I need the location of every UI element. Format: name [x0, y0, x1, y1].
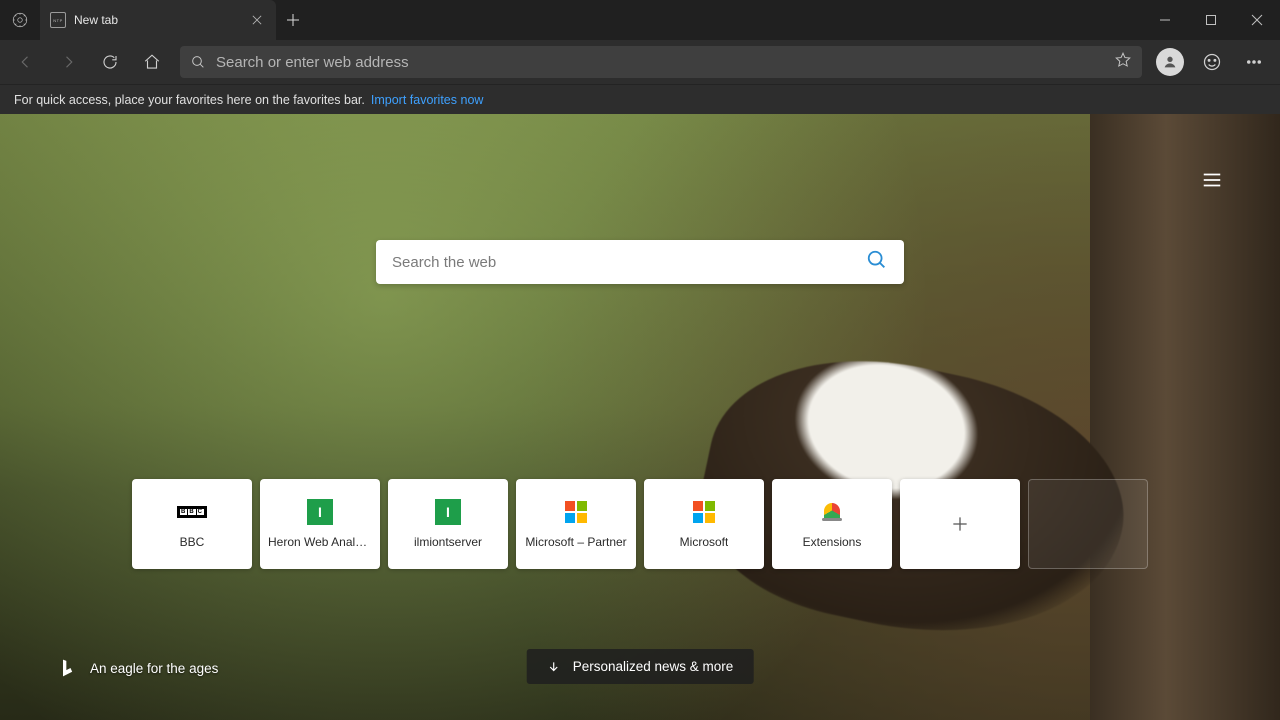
- forward-button[interactable]: [48, 42, 88, 82]
- tab-favicon: NTP: [50, 12, 66, 28]
- import-favorites-link[interactable]: Import favorites now: [371, 93, 484, 107]
- add-quick-link-button[interactable]: [900, 479, 1020, 569]
- plus-icon: [950, 514, 970, 534]
- arrow-down-icon: [547, 660, 561, 674]
- personalized-news-button[interactable]: Personalized news & more: [527, 649, 754, 684]
- bbc-icon: BBC: [179, 499, 205, 525]
- tab-actions-button[interactable]: [0, 0, 40, 40]
- feedback-button[interactable]: [1192, 42, 1232, 82]
- quick-link-tile[interactable]: BBC BBC: [132, 479, 252, 569]
- window-maximize-button[interactable]: [1188, 0, 1234, 40]
- web-search-box[interactable]: [376, 240, 904, 284]
- titlebar: NTP New tab: [0, 0, 1280, 40]
- tab-close-button[interactable]: [248, 11, 266, 29]
- site-icon: I: [435, 499, 461, 525]
- quick-link-tile[interactable]: Microsoft – Partner: [516, 479, 636, 569]
- back-button[interactable]: [6, 42, 46, 82]
- quick-link-tile[interactable]: I ilmiontserver: [388, 479, 508, 569]
- window-minimize-button[interactable]: [1142, 0, 1188, 40]
- favorite-star-button[interactable]: [1114, 51, 1132, 74]
- settings-menu-button[interactable]: [1234, 42, 1274, 82]
- caption-text: An eagle for the ages: [90, 661, 218, 676]
- toolbar: [0, 40, 1280, 84]
- quick-link-placeholder: [1028, 479, 1148, 569]
- tile-label: Microsoft – Partner: [525, 535, 626, 549]
- background-image: [0, 114, 1280, 720]
- tile-label: Microsoft: [680, 535, 729, 549]
- microsoft-icon: [691, 499, 717, 525]
- person-icon: [1162, 54, 1178, 70]
- favorites-bar: For quick access, place your favorites h…: [0, 84, 1280, 114]
- web-search-input[interactable]: [392, 254, 866, 271]
- window-close-button[interactable]: [1234, 0, 1280, 40]
- tile-label: ilmiontserver: [414, 535, 482, 549]
- home-button[interactable]: [132, 42, 172, 82]
- news-button-label: Personalized news & more: [573, 659, 734, 674]
- search-icon: [190, 54, 206, 70]
- address-input[interactable]: [216, 54, 1104, 71]
- profile-button[interactable]: [1150, 42, 1190, 82]
- address-bar[interactable]: [180, 46, 1142, 78]
- tile-label: Extensions: [803, 535, 862, 549]
- bing-icon: [58, 658, 78, 678]
- new-tab-page: BBC BBC I Heron Web Analytics I ilmionts…: [0, 114, 1280, 720]
- quick-link-tile[interactable]: Microsoft: [644, 479, 764, 569]
- site-icon: I: [307, 499, 333, 525]
- tile-label: BBC: [180, 535, 205, 549]
- tile-label: Heron Web Analytics: [268, 535, 372, 549]
- favorites-bar-message: For quick access, place your favorites h…: [14, 93, 365, 107]
- quick-links: BBC BBC I Heron Web Analytics I ilmionts…: [132, 479, 1148, 569]
- new-tab-button[interactable]: [276, 0, 310, 40]
- refresh-button[interactable]: [90, 42, 130, 82]
- quick-link-tile[interactable]: I Heron Web Analytics: [260, 479, 380, 569]
- titlebar-drag-region[interactable]: [310, 0, 1142, 40]
- quick-link-tile[interactable]: Extensions: [772, 479, 892, 569]
- tab-label: New tab: [74, 13, 240, 27]
- extensions-icon: [819, 499, 845, 525]
- image-caption[interactable]: An eagle for the ages: [58, 658, 218, 678]
- browser-tab[interactable]: NTP New tab: [40, 0, 276, 40]
- page-settings-button[interactable]: [1194, 162, 1230, 198]
- web-search-button[interactable]: [866, 249, 888, 276]
- microsoft-icon: [563, 499, 589, 525]
